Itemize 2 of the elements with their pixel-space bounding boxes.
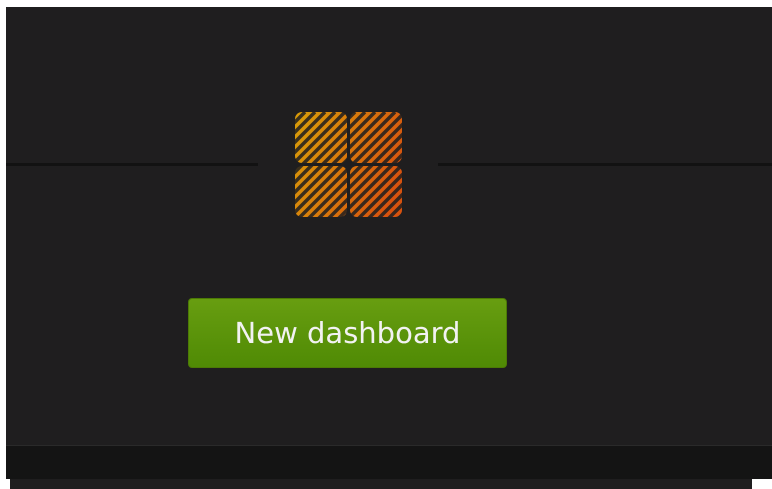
new-dashboard-button[interactable]: New dashboard — [188, 298, 507, 368]
grid-logo-icon — [294, 112, 402, 217]
